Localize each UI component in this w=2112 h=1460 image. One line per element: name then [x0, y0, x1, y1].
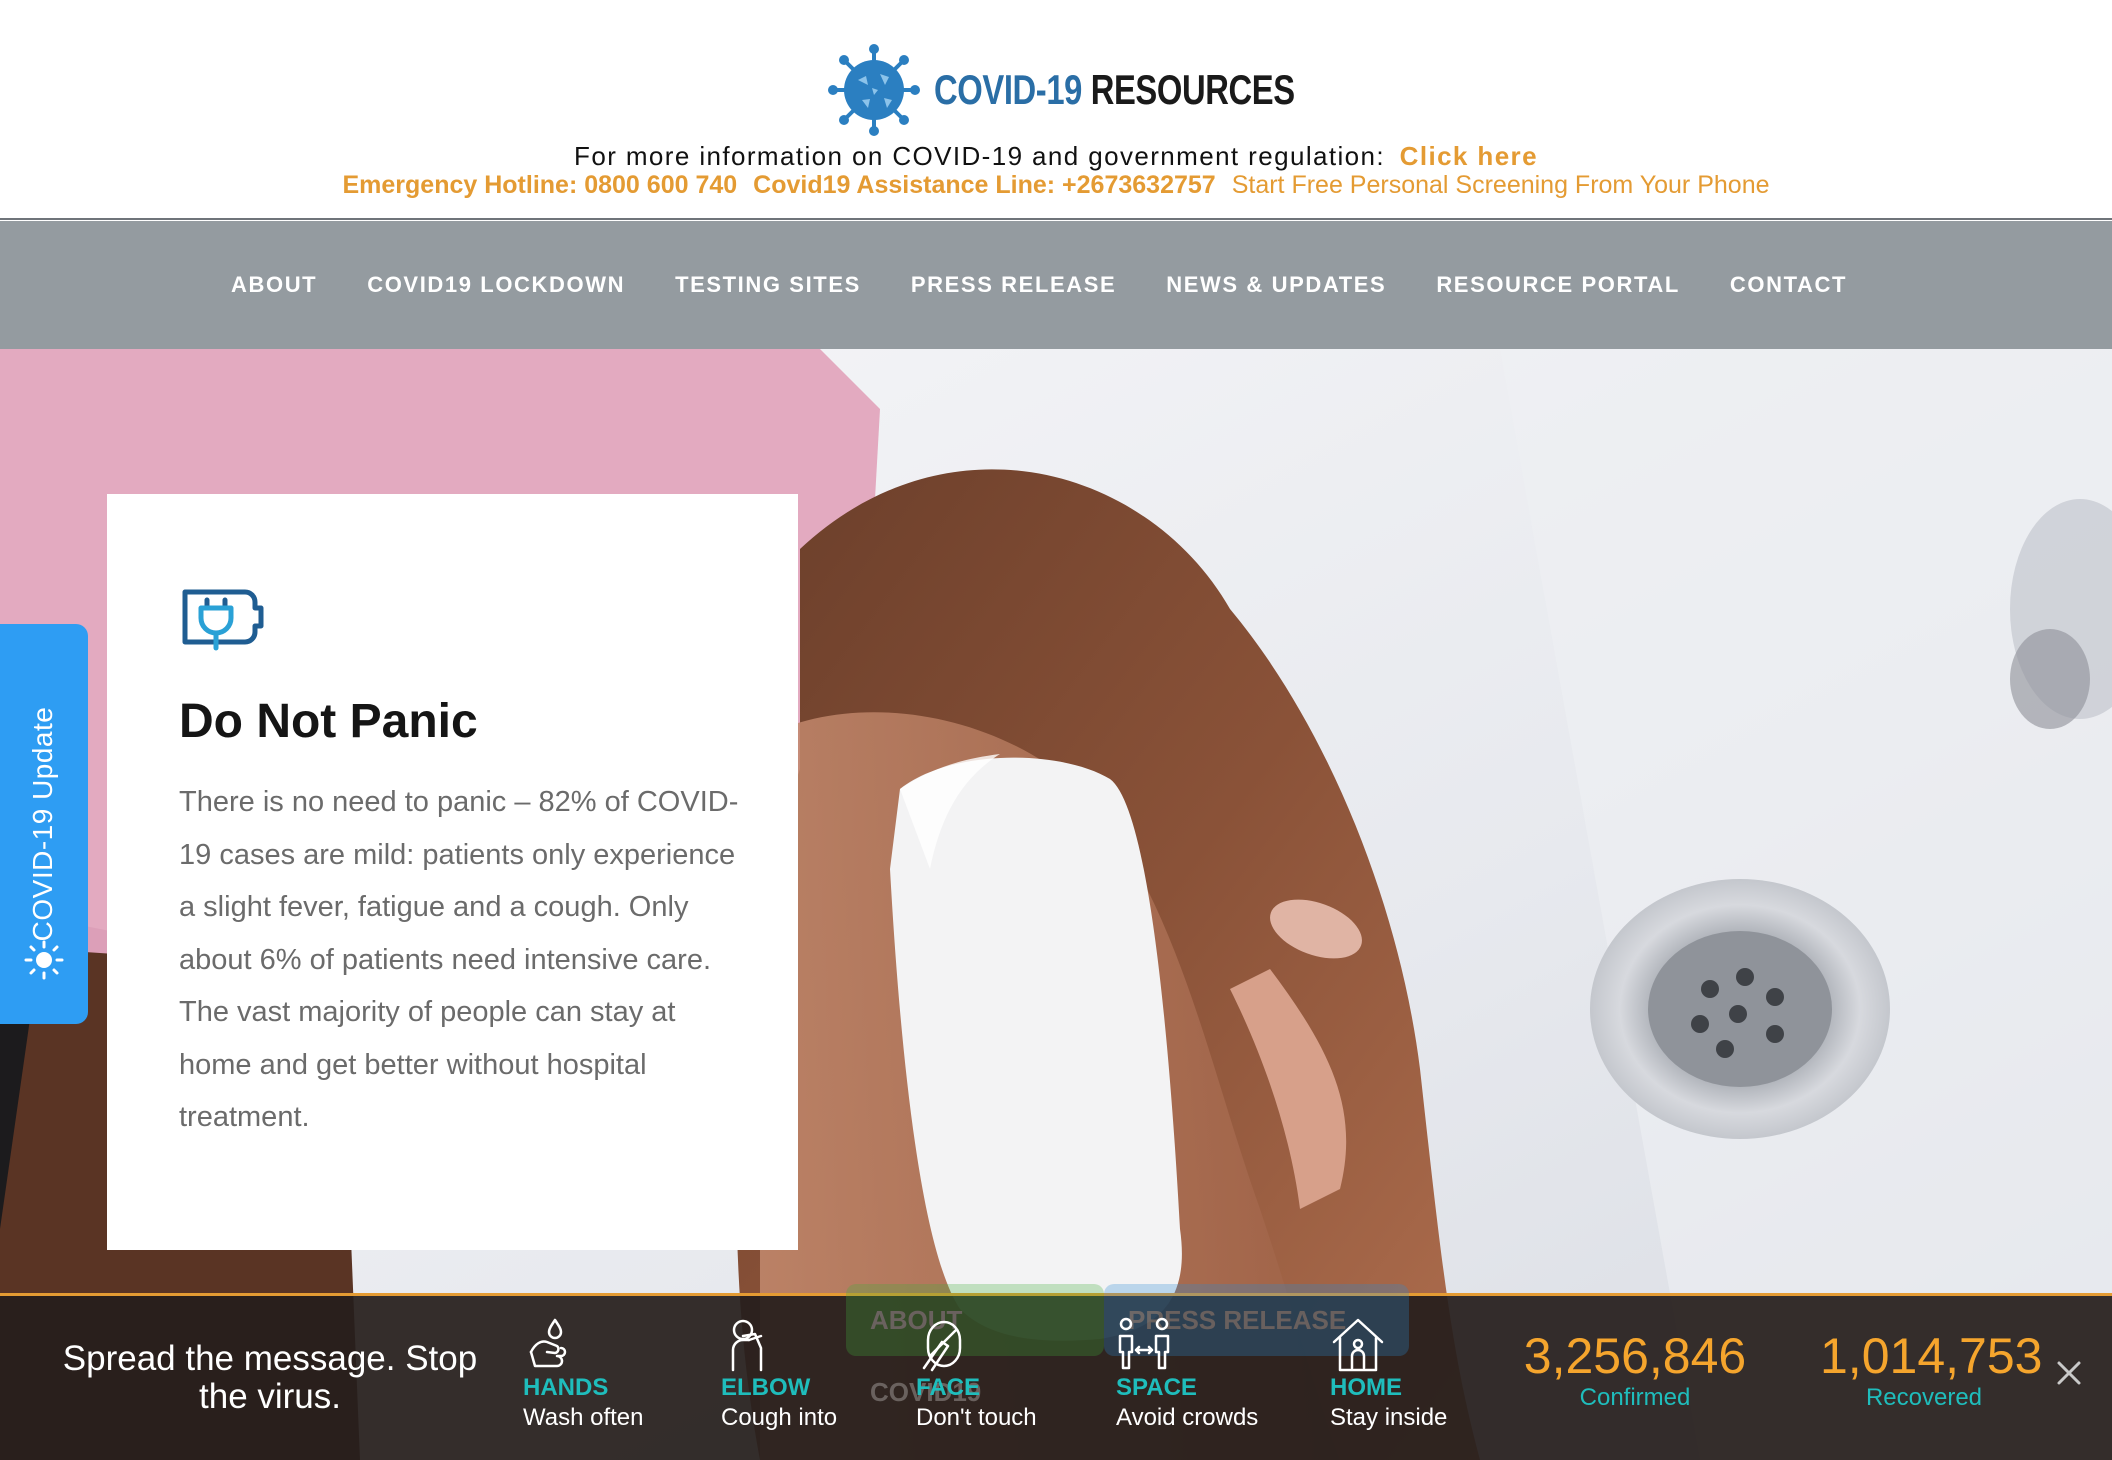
covid-update-label: COVID-19 Update: [27, 706, 58, 942]
stop-virus-ribbon: ABOUT COVID19 PRESS RELEASE Spread the m…: [0, 1284, 2112, 1460]
nav-item-press-release[interactable]: PRESS RELEASE: [911, 272, 1116, 298]
virus-logo-icon: [828, 44, 920, 136]
hotline-bar: Emergency Hotline: 0800 600 740 Covid19 A…: [0, 171, 2112, 200]
tip-face-title: FACE: [916, 1374, 981, 1401]
info-card: Do Not Panic There is no need to panic –…: [107, 494, 798, 1250]
tip-elbow: ELBOW Cough into: [721, 1316, 837, 1432]
tip-face-sub: Don't touch: [916, 1404, 1037, 1431]
virus-small-icon: [24, 940, 64, 980]
plug-icon: [182, 589, 264, 651]
click-here-link[interactable]: Click here: [1400, 141, 1538, 171]
stat-recovered: 1,014,753 Recovered: [1820, 1328, 2043, 1412]
tip-elbow-sub: Cough into: [721, 1404, 838, 1431]
site-logo-text: COVID-19 RESOURCES: [934, 66, 1295, 114]
covid-update-side-tab[interactable]: COVID-19 Update: [0, 624, 88, 1024]
tip-space-sub: Avoid crowds: [1116, 1404, 1259, 1431]
tip-elbow-title: ELBOW: [721, 1374, 811, 1401]
tip-home: HOME Stay inside: [1330, 1316, 1447, 1432]
nav-item-about[interactable]: ABOUT: [231, 272, 317, 298]
tip-face: FACE Don't touch: [916, 1316, 1037, 1432]
emergency-hotline[interactable]: Emergency Hotline: 0800 600 740: [343, 171, 738, 199]
tip-home-title: HOME: [1330, 1374, 1402, 1401]
card-title: Do Not Panic: [179, 695, 478, 748]
info-line: For more information on COVID-19 and gov…: [0, 141, 2112, 172]
close-icon[interactable]: [2054, 1358, 2084, 1388]
nav-item-news-updates[interactable]: NEWS & UPDATES: [1166, 272, 1386, 298]
elbow-cough-icon: [731, 1319, 763, 1372]
screening-link[interactable]: Start Free Personal Screening From Your …: [1232, 171, 1770, 199]
tip-space-title: SPACE: [1116, 1374, 1197, 1401]
tip-hands-title: HANDS: [523, 1374, 609, 1401]
recovered-count: 1,014,753: [1820, 1328, 2043, 1384]
confirmed-label: Confirmed: [1579, 1384, 1691, 1411]
distance-icon: [1118, 1317, 1170, 1370]
logo-text-covid: COVID-19: [934, 66, 1082, 113]
nav-item-contact[interactable]: CONTACT: [1730, 272, 1847, 298]
tip-hands-sub: Wash often: [523, 1404, 644, 1431]
tip-space: SPACE Avoid crowds: [1116, 1316, 1258, 1432]
face-icon: [922, 1320, 962, 1372]
assistance-line[interactable]: Covid19 Assistance Line: +2673632757: [753, 171, 1216, 199]
main-navigation: ABOUT COVID19 LOCKDOWN TESTING SITES PRE…: [0, 221, 2112, 349]
nav-item-testing-sites[interactable]: TESTING SITES: [675, 272, 861, 298]
site-header: COVID-19 RESOURCES For more information …: [0, 0, 2112, 220]
info-text: For more information on COVID-19 and gov…: [574, 141, 1386, 171]
hand-wash-icon: [529, 1318, 567, 1368]
home-icon: [1332, 1318, 1384, 1372]
nav-item-resource-portal[interactable]: RESOURCE PORTAL: [1436, 272, 1680, 298]
confirmed-count: 3,256,846: [1523, 1328, 1747, 1384]
tip-hands: HANDS Wash often: [523, 1316, 644, 1432]
tip-home-sub: Stay inside: [1330, 1404, 1448, 1431]
ribbon-slogan: Spread the message. Stop the virus.: [62, 1339, 478, 1416]
nav-item-covid19-lockdown[interactable]: COVID19 LOCKDOWN: [367, 272, 625, 298]
site-logo[interactable]: COVID-19 RESOURCES: [828, 40, 1396, 140]
logo-text-resources: RESOURCES: [1090, 66, 1295, 113]
card-body: There is no need to panic – 82% of COVID…: [179, 786, 739, 1133]
recovered-label: Recovered: [1865, 1384, 1983, 1411]
stat-confirmed: 3,256,846 Confirmed: [1522, 1330, 1748, 1412]
